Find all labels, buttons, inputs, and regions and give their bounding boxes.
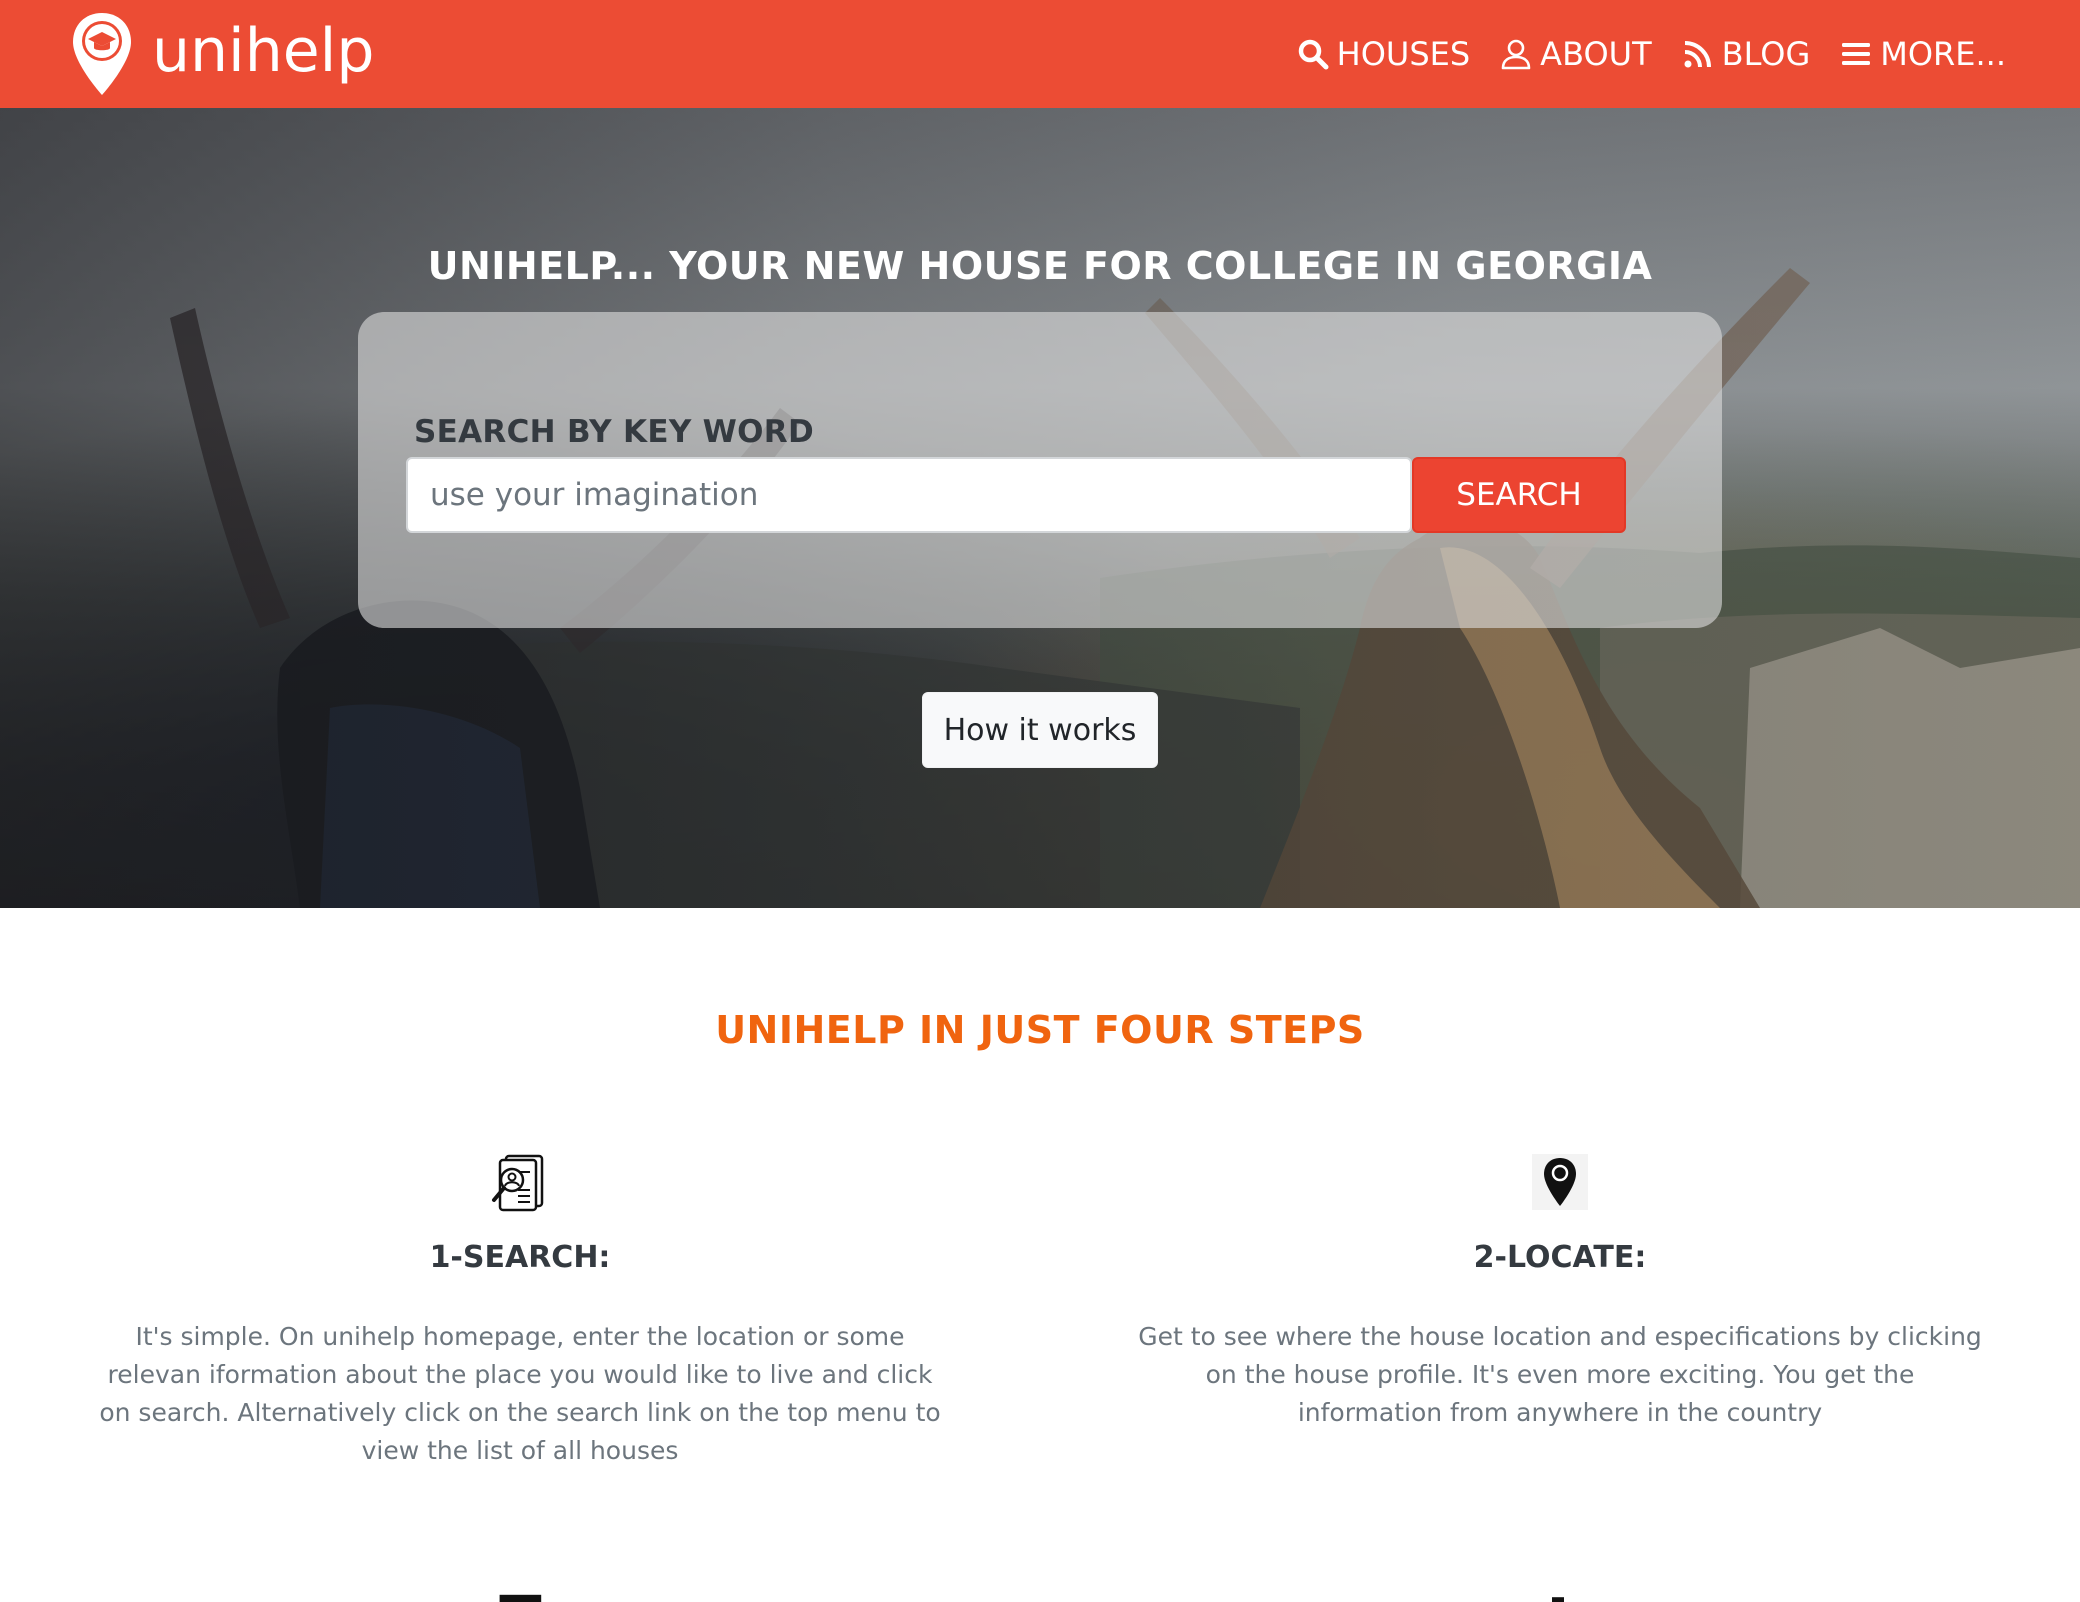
brand-name: unihelp	[152, 16, 375, 86]
nav-blog[interactable]: BLOG	[1682, 35, 1811, 73]
nav-about-label: ABOUT	[1540, 35, 1652, 73]
nav-houses[interactable]: HOUSES	[1297, 35, 1471, 73]
nav-more-label: MORE...	[1880, 35, 2006, 73]
search-label: SEARCH BY KEY WORD	[414, 414, 815, 450]
nav-menu: HOUSES ABOUT BLOG MORE...	[1267, 0, 2006, 108]
menu-icon	[1842, 43, 1871, 65]
step-description: It's simple. On unihelp homepage, enter …	[99, 1322, 941, 1465]
hero-title: UNIHELP... YOUR NEW HOUSE FOR COLLEGE IN…	[427, 244, 1653, 288]
nav-blog-label: BLOG	[1721, 35, 1811, 73]
map-pin-graduation-cap-icon	[73, 13, 131, 95]
step-description: Get to see where the house location and …	[1138, 1322, 1982, 1427]
hero-section: UNIHELP... YOUR NEW HOUSE FOR COLLEGE IN…	[0, 108, 2080, 908]
step-heading: 1-SEARCH:	[429, 1240, 611, 1275]
search-input[interactable]	[406, 457, 1412, 533]
brand-link[interactable]: unihelp	[70, 8, 374, 100]
user-icon	[1501, 39, 1531, 70]
nav-about[interactable]: ABOUT	[1500, 35, 1652, 73]
steps-section-title: UNIHELP IN JUST FOUR STEPS	[715, 1008, 1365, 1052]
rss-icon	[1684, 41, 1711, 68]
top-navbar: unihelp HOUSES ABOUT BLOG MORE...	[0, 0, 2080, 108]
step-4-icon	[1552, 1597, 1564, 1602]
search-card: SEARCH BY KEY WORD SEARCH	[358, 312, 1722, 628]
how-it-works-button[interactable]: How it works	[922, 692, 1158, 768]
step-locate: 2-LOCATE: Get to see where the house loc…	[1130, 1150, 1990, 1490]
document-search-icon	[492, 1154, 544, 1212]
search-icon	[1298, 39, 1329, 70]
step-3-icon	[499, 1594, 542, 1602]
nav-more[interactable]: MORE...	[1840, 35, 2006, 73]
step-heading: 2-LOCATE:	[1473, 1240, 1647, 1275]
search-button[interactable]: SEARCH	[1412, 457, 1626, 533]
map-pin-icon	[1532, 1154, 1588, 1210]
nav-houses-label: HOUSES	[1336, 35, 1471, 73]
step-search: 1-SEARCH: It's simple. On unihelp homepa…	[90, 1150, 950, 1490]
